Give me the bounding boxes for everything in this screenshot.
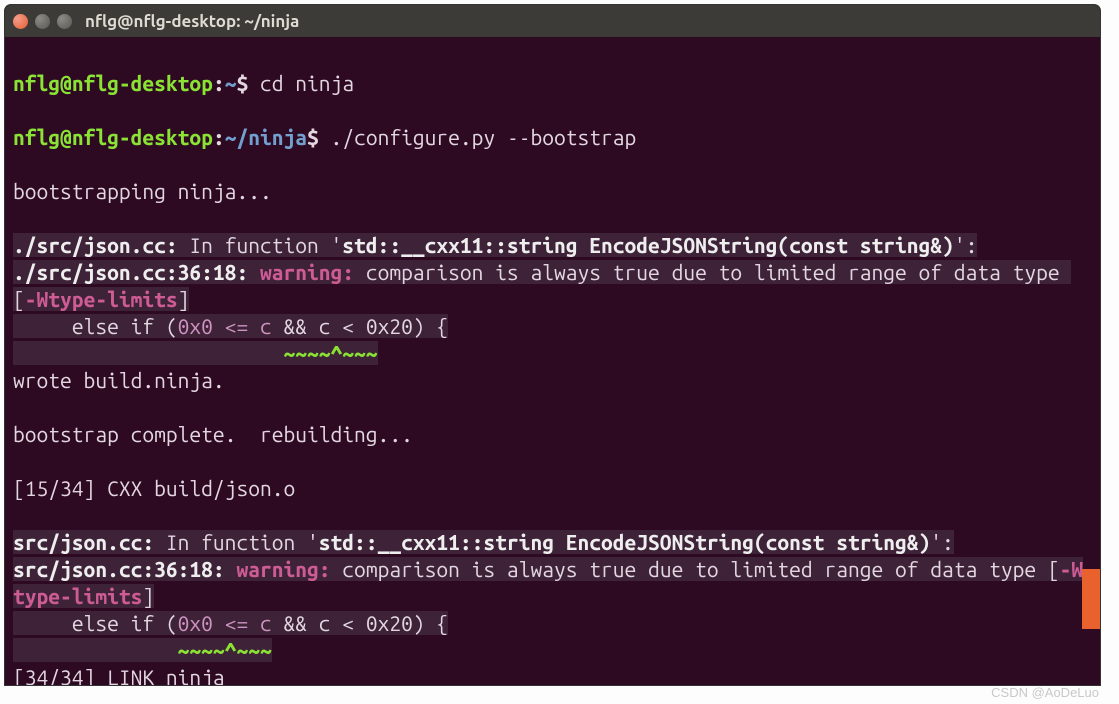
minimize-icon[interactable]: [35, 14, 50, 29]
out-tilde1: ~~~~^~~~: [13, 341, 378, 365]
prompt-user: nflg: [13, 71, 60, 95]
prompt-line-2: nflg@nflg-desktop:~/ninja$ ./configure.p…: [13, 124, 1092, 151]
maximize-icon[interactable]: [57, 14, 72, 29]
out-step15: [15/34] CXX build/json.o: [13, 475, 1092, 502]
out-rebuild: bootstrap complete. rebuilding...: [13, 421, 1092, 448]
titlebar[interactable]: nflg@nflg-desktop: ~/ninja: [5, 5, 1100, 37]
close-icon[interactable]: [13, 14, 28, 29]
prompt-path: ~: [225, 71, 237, 95]
watermark: CSDN @AoDeLuo: [991, 685, 1099, 700]
terminal-body[interactable]: nflg@nflg-desktop:~$ cd ninja nflg@nflg-…: [5, 37, 1100, 685]
out-bootstrapping: bootstrapping ninja...: [13, 178, 1092, 205]
out-step34: [34/34] LINK ninja: [13, 664, 1092, 685]
out-code2: else if (0x0 <= c && c < 0x20) {: [13, 611, 448, 635]
cmd-configure: ./configure.py --bootstrap: [319, 125, 637, 149]
out-src4: src/json.cc:36:18: warning: comparison i…: [13, 557, 1083, 608]
out-wrote: wrote build.ninja.: [13, 367, 1092, 394]
window-title: nflg@nflg-desktop: ~/ninja: [85, 12, 299, 31]
out-src1: ./src/json.cc: In function 'std::__cxx11…: [13, 233, 977, 257]
out-code1: else if (0x0 <= c && c < 0x20) {: [13, 314, 448, 338]
caret-marker: ~~~~^~~~: [283, 341, 377, 365]
out-src3: src/json.cc: In function 'std::__cxx11::…: [13, 530, 954, 554]
cmd-cd: cd ninja: [248, 71, 354, 95]
warning-label: warning:: [260, 260, 366, 284]
out-tilde2: ~~~~^~~~: [13, 638, 272, 662]
prompt-line-1: nflg@nflg-desktop:~$ cd ninja: [13, 70, 1092, 97]
prompt-host: nflg-desktop: [72, 71, 213, 95]
scrollbar-thumb[interactable]: [1082, 569, 1100, 629]
terminal-window: nflg@nflg-desktop: ~/ninja nflg@nflg-des…: [5, 5, 1100, 685]
out-src2: ./src/json.cc:36:18: warning: comparison…: [13, 260, 1071, 311]
